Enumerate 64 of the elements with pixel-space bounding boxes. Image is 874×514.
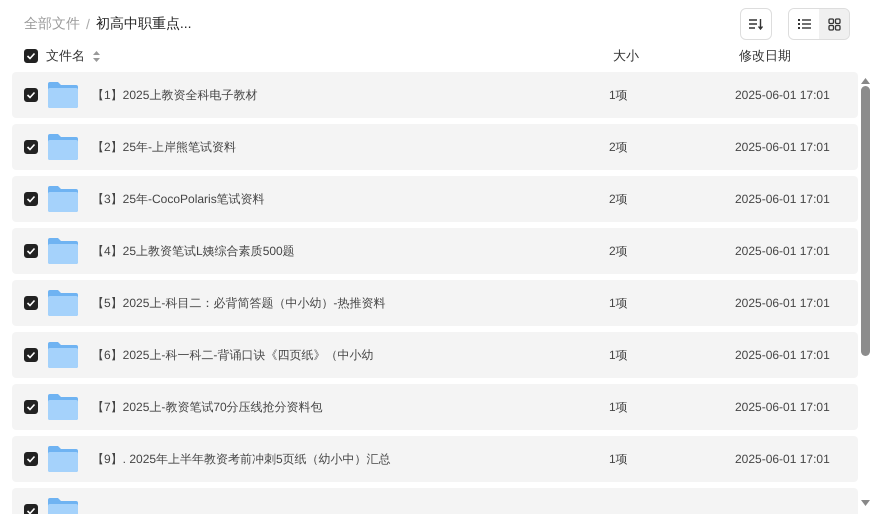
column-header[interactable]: 文件名 [46,47,85,65]
folder-icon [48,290,78,316]
folder-icon [48,238,78,264]
file-row[interactable]: 【9】. 2025年上半年教资考前冲刺5页纸（幼小中）汇总 1项 2025-06-01 17:01 [12,436,858,482]
modified-date: 2025-06-01 17:01 [735,192,830,206]
folder-icon [48,342,78,368]
checkbox[interactable] [24,452,38,466]
modified-date: 2025-06-01 17:01 [735,296,830,310]
file-row[interactable]: 【6】2025上-科一科二-背诵口诀《四页纸》（中小幼 1项 2025-06-01 17:01 [12,332,858,378]
file-row[interactable]: 【3】25年-CocoPolaris笔试资料 2项 2025-06-01 17:01 [12,176,858,222]
list-view-icon [798,19,810,29]
folder-icon [48,186,78,212]
file-name[interactable]: 【6】2025上-科一科二-背诵口诀《四页纸》（中小幼 [92,346,374,364]
item-count: 1项 [609,400,628,414]
checkbox[interactable] [24,244,38,258]
checkbox[interactable] [24,49,38,63]
item-count: 1项 [609,348,628,362]
file-row[interactable]: 【7】2025上-教资笔试70分压线抢分资料包 1项 2025-06-01 17:01 [12,384,858,430]
scrollbar-thumb[interactable] [860,86,870,356]
breadcrumb-separator: / [86,16,90,32]
folder-icon [48,82,78,108]
view-toggle-button[interactable] [789,9,819,39]
modified-date: 2025-06-01 17:01 [735,140,830,154]
file-name[interactable]: 【9】. 2025年上半年教资考前冲刺5页纸（幼小中）汇总 [92,450,391,468]
checkbox[interactable] [24,88,38,102]
sort-arrows-icon[interactable] [93,50,100,62]
scroll-down-icon[interactable] [860,500,870,506]
file-name[interactable]: 【5】2025上-科目二：必背简答题（中小幼）-热推资料 [92,294,386,312]
column-header[interactable]: 大小 [613,47,739,65]
file-name[interactable]: 【7】2025上-教资笔试70分压线抢分资料包 [92,398,323,416]
file-row[interactable]: 【4】25上教资笔试L姨综合素质500题 2项 2025-06-01 17:01 [12,228,858,274]
folder-icon [48,134,78,160]
file-row[interactable]: 【1】2025上教资全科电子教材 1项 2025-06-01 17:01 [12,72,858,118]
item-count: 2项 [609,140,628,154]
file-name[interactable]: 【2】25年-上岸熊笔试资料 [92,138,236,156]
grid-view-icon [828,18,840,30]
file-name[interactable]: 【4】25上教资笔试L姨综合素质500题 [92,242,295,260]
modified-date: 2025-06-01 17:01 [735,88,830,102]
modified-date: 2025-06-01 17:01 [735,348,830,362]
column-header[interactable]: 修改日期 [739,47,874,65]
file-row[interactable]: 【2】25年-上岸熊笔试资料 2项 2025-06-01 17:01 [12,124,858,170]
breadcrumb-link[interactable]: 初高中职重点... [96,15,192,33]
file-name[interactable]: 【3】25年-CocoPolaris笔试资料 [92,190,265,208]
modified-date: 2025-06-01 17:01 [735,244,830,258]
sort-button[interactable] [740,8,772,40]
checkbox[interactable] [24,296,38,310]
folder-icon [48,446,78,472]
checkbox[interactable] [24,400,38,414]
scroll-up-icon[interactable] [860,78,870,84]
item-count: 1项 [609,452,628,466]
folder-icon [48,394,78,420]
file-row[interactable]: 【5】2025上-科目二：必背简答题（中小幼）-热推资料 1项 2025-06-01 17:01 [12,280,858,326]
item-count: 1项 [609,88,628,102]
sort-icon [749,18,763,30]
item-count: 2项 [609,244,628,258]
checkbox[interactable] [24,140,38,154]
modified-date: 2025-06-01 17:01 [735,400,830,414]
checkbox[interactable] [24,504,38,514]
item-count: 1项 [609,296,628,310]
modified-date: 2025-06-01 17:01 [735,452,830,466]
item-count: 2项 [609,192,628,206]
checkbox[interactable] [24,192,38,206]
file-name[interactable]: 【1】2025上教资全科电子教材 [92,86,258,104]
checkbox[interactable] [24,348,38,362]
